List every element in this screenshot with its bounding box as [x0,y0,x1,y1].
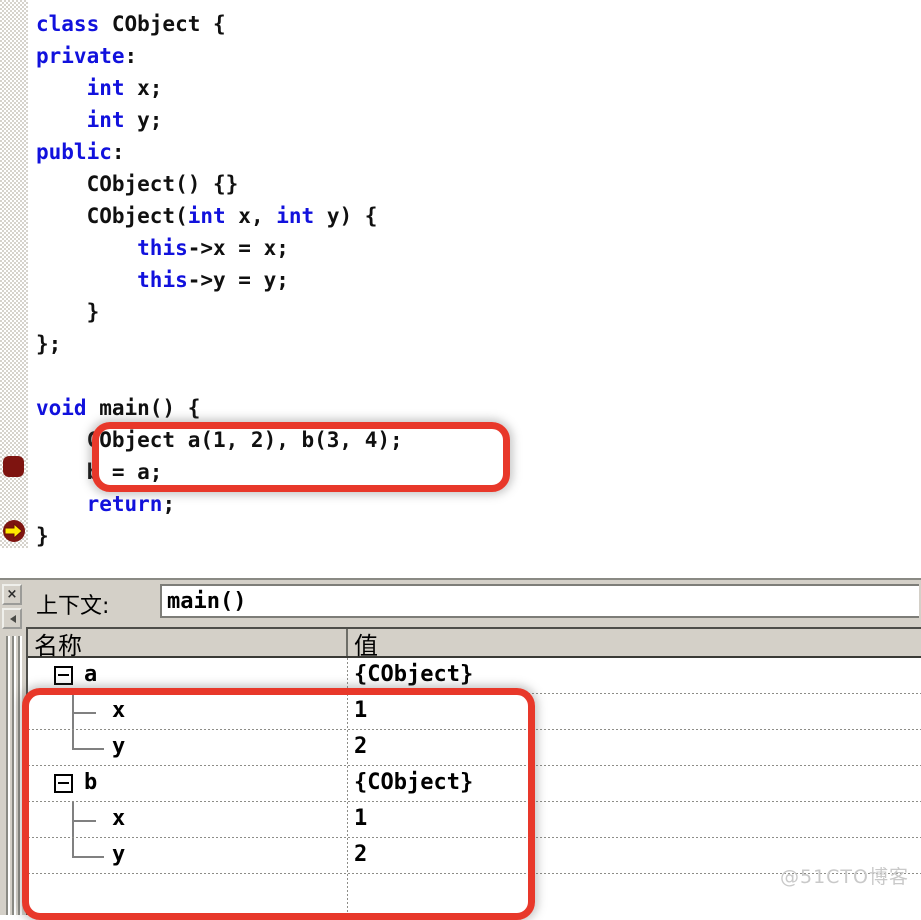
current-statement-arrow-icon [3,520,25,542]
breakpoint-dot-icon[interactable] [3,456,24,477]
variable-name-cell: b [84,770,98,795]
tree-line-vertical [72,730,74,750]
variable-value-cell: 2 [354,842,368,867]
code-line: return; [36,488,176,520]
code-keyword: class [36,12,100,36]
code-text: }; [36,332,62,356]
tree-line-horizontal [74,748,104,750]
code-line: }; [36,328,61,360]
variable-name-cell: x [112,698,126,723]
code-line: CObject() {} [36,168,239,200]
variable-name-cell: y [112,842,126,867]
variable-row[interactable]: b {CObject} [28,766,921,802]
code-line: } [36,520,49,548]
tree-line-horizontal [74,856,104,858]
code-line: this->y = y; [36,264,289,296]
code-text: : [124,44,138,68]
column-header-value[interactable]: 值 [354,626,378,661]
code-text: } [36,300,100,324]
code-editor[interactable]: class CObject {private: int x; int y; pub… [0,0,921,548]
variable-value-cell: 1 [354,806,368,831]
variable-value-cell: 1 [354,698,368,723]
code-keyword: private [36,44,125,68]
variable-row[interactable]: x1 [28,802,921,838]
code-keyword: public [36,140,112,164]
code-text: CObject { [99,12,226,36]
code-keyword: int [276,204,315,228]
column-header-name[interactable]: 名称 [34,626,82,661]
header-column-divider[interactable] [346,629,348,656]
code-line: CObject a(1, 2), b(3, 4); [36,424,403,456]
code-text: : [111,140,125,164]
context-label: 上下文: [36,594,110,619]
code-line: public: [36,136,125,168]
left-arrow-icon [10,615,16,623]
code-keyword: void [36,396,87,420]
variable-value-cell: {CObject} [354,770,474,795]
code-text: x, [225,204,277,228]
code-line: private: [36,40,137,72]
variable-name-cell: y [112,734,126,759]
code-line: int x; [36,72,163,104]
code-keyword: int [86,76,125,100]
tree-line-horizontal [74,712,96,714]
context-input-value: main() [167,589,247,614]
variable-row[interactable]: y2 [28,730,921,766]
variable-row[interactable]: a {CObject} [28,658,921,694]
code-text: ->x = x; [187,236,289,260]
code-keyword: this [137,268,188,292]
code-text: y) { [314,204,378,228]
close-panel-button[interactable]: × [2,584,22,605]
code-text: x; [124,76,163,100]
code-line: void main() { [36,392,200,424]
code-text: ; [162,492,176,516]
watermark: @51CTO博客 [779,866,909,888]
variable-name-cell: a [84,662,98,687]
code-line: } [36,296,100,328]
context-input[interactable]: main() [160,584,919,618]
editor-gutter[interactable] [0,0,28,548]
tree-line-horizontal [74,820,96,822]
panel-prev-button[interactable] [2,608,22,629]
code-line: int y; [36,104,163,136]
code-text: y; [124,108,163,132]
variable-name-cell: x [112,806,126,831]
code-line: b = a; [36,456,163,488]
code-text: main() { [86,396,201,420]
code-line: CObject(int x, int y) { [36,200,378,232]
code-line: this->x = x; [36,232,289,264]
collapse-expander-icon[interactable] [54,774,73,793]
code-text: ->y = y; [187,268,289,292]
code-text: b = a; [36,460,163,484]
code-keyword: return [86,492,163,516]
code-keyword: int [86,108,125,132]
variable-value-cell: {CObject} [354,662,474,687]
tree-line-vertical [72,838,74,858]
variable-value-cell: 2 [354,734,368,759]
code-text: CObject a(1, 2), b(3, 4); [36,428,403,452]
code-text: CObject() {} [36,172,239,196]
collapse-expander-icon[interactable] [54,666,73,685]
variable-row[interactable]: x1 [28,694,921,730]
code-text: CObject( [36,204,188,228]
code-keyword: int [187,204,226,228]
code-text: } [36,524,49,548]
code-text-area[interactable]: class CObject {private: int x; int y; pub… [28,0,921,548]
panel-resize-grip[interactable] [4,636,22,915]
code-keyword: this [137,236,188,260]
code-line: class CObject { [36,8,226,40]
grid-header-row: 名称 值 [28,626,921,661]
